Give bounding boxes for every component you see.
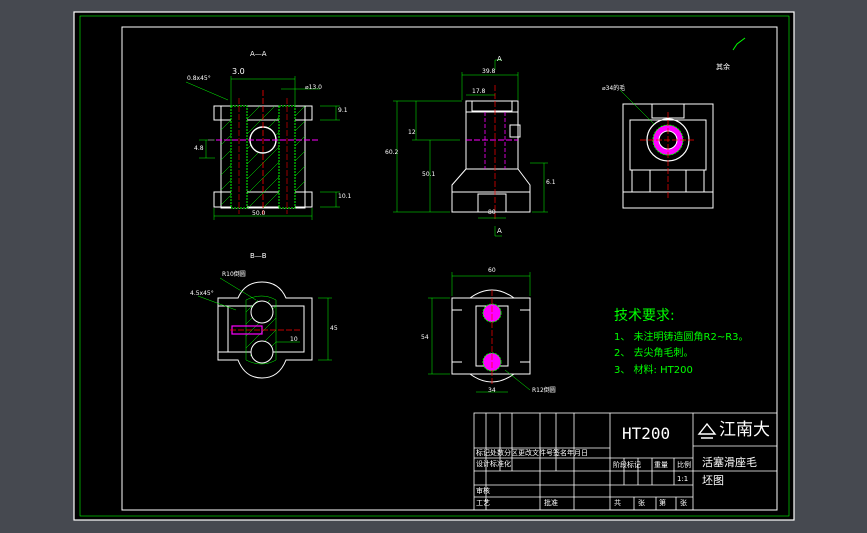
dim-aa-top: 9.1 xyxy=(338,107,348,114)
dim-front-mid: 50.1 xyxy=(422,171,436,178)
bb-hole-bottom xyxy=(250,340,274,364)
dim-front-height: 60.2 xyxy=(385,149,399,156)
dim-front-width: 39.8 xyxy=(482,68,496,75)
tech-requirements-title: 技术要求: xyxy=(614,308,675,324)
section-aa-label: A—A xyxy=(250,50,267,58)
dim-aa-offset: 4.8 xyxy=(194,145,204,152)
title-block-sheet-total: 共 xyxy=(614,499,621,507)
title-block-stage: 阶段标记 xyxy=(613,461,641,469)
dim-side-base: 6.1 xyxy=(546,179,556,186)
title-block-approve: 批准 xyxy=(544,499,558,507)
title-block-part-name: 活塞滑座毛 xyxy=(702,456,757,469)
dim-front-half: 17.8 xyxy=(472,88,486,95)
title-block-scale-value: 1:1 xyxy=(677,475,689,483)
title-block-sheet-no: 第 xyxy=(659,499,666,507)
title-block-school: 江南大 xyxy=(719,420,770,440)
title-block-sheet-unit-2: 张 xyxy=(680,499,687,507)
cad-drawing-canvas xyxy=(73,11,795,521)
dim-aa-bottom: 10.1 xyxy=(338,193,352,200)
dim-bb-slot: 10 xyxy=(290,336,298,343)
dim-bottom-height: 54 xyxy=(421,334,429,341)
dim-aa-chamfer: 0.8x45° xyxy=(187,75,211,82)
dim-bb-fillet: R10倒圆 xyxy=(222,271,246,278)
title-block-sheet-unit: 张 xyxy=(638,499,645,507)
section-bb-label: B—B xyxy=(250,252,267,260)
drawing-sheet xyxy=(73,11,795,521)
title-block-scale-label: 比例 xyxy=(677,461,691,469)
title-block-process: 工艺 xyxy=(476,499,490,507)
dim-bb-height: 45 xyxy=(330,325,338,332)
view-mark-bottom: A xyxy=(497,227,502,235)
dim-front-top: 12 xyxy=(408,129,416,136)
dim-side-boss: ⌀34的毛 xyxy=(602,85,626,92)
dim-aa-diameter: ⌀13.0 xyxy=(305,84,322,91)
dim-front-base: 80 xyxy=(488,209,496,216)
dim-bottom-fillet: R12倒圆 xyxy=(532,387,556,394)
dim-bottom-width: 60 xyxy=(488,267,496,274)
dim-bb-chamfer: 4.5x45° xyxy=(190,290,214,297)
title-block-weight: 重量 xyxy=(654,461,668,469)
title-block-rev-row: 标记处数分区更改文件号签名年月日 xyxy=(476,449,588,457)
title-block-material: HT200 xyxy=(622,424,671,443)
title-block-check: 审核 xyxy=(476,487,490,495)
tech-requirement-2: 2、 去尖角毛刺。 xyxy=(614,348,694,359)
dim-aa-width: 3.0 xyxy=(232,67,245,76)
tech-requirement-1: 1、 未注明铸造圆角R2~R3。 xyxy=(614,332,749,343)
view-mark-top: A xyxy=(497,55,502,63)
dim-bottom-slot: 34 xyxy=(488,387,496,394)
bb-hole-top xyxy=(250,300,274,324)
tech-requirement-3: 3、 材料: HT200 xyxy=(614,365,693,376)
surface-finish-rest-label: 其余 xyxy=(716,63,730,71)
title-block-design-row: 设计标准化 xyxy=(476,460,511,468)
dim-aa-length: 50.0 xyxy=(252,210,266,217)
title-block-drawing-type: 坯图 xyxy=(702,474,724,487)
